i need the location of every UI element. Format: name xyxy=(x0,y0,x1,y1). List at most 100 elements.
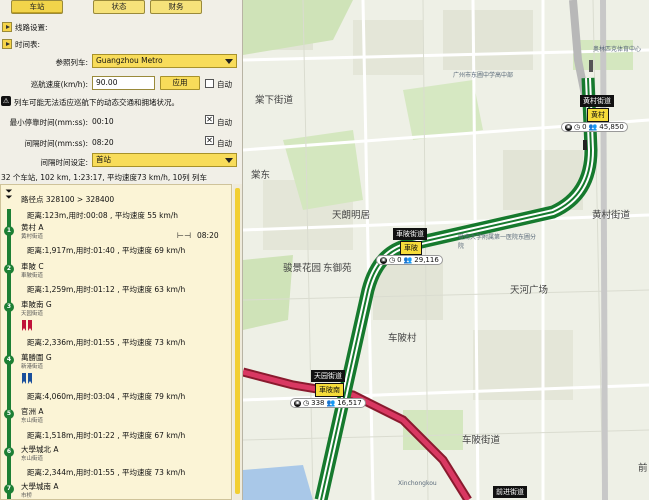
line-settings-label: 线路设置: xyxy=(15,22,48,32)
segment-info: 距离:123m,用时:00:08 , 平均速度 55 km/h xyxy=(27,211,179,220)
segment-info: 距离:2,336m,用时:01:55 , 平均速度 73 km/h xyxy=(27,338,186,347)
timetable-scrollbar[interactable] xyxy=(233,184,242,500)
expand-icon[interactable] xyxy=(2,39,12,49)
station-name-tag[interactable]: 天园街道 xyxy=(311,370,345,382)
ref-train-select[interactable]: Guangzhou Metro xyxy=(92,54,237,68)
map-label: Xinchongkou xyxy=(398,480,437,487)
min-stop-value[interactable]: 00:10 xyxy=(92,117,114,126)
auto-cruise-checkbox[interactable] xyxy=(205,79,214,88)
station-number: 1 xyxy=(4,226,14,236)
waiting-count: 0 xyxy=(397,256,402,264)
timetable-label: 时间表: xyxy=(15,39,41,49)
map-label: 棠东 xyxy=(251,170,271,181)
map-label: 棠下街道 xyxy=(255,95,294,106)
station-number: 3 xyxy=(4,302,14,312)
station-number: 5 xyxy=(4,409,14,419)
line-info-panel: 车站 状态 财务 线路设置: 时间表: 参照列车: Guangzhou Metr… xyxy=(0,0,243,500)
tab-stations[interactable]: 车站 xyxy=(11,0,63,14)
station-number: 2 xyxy=(4,264,14,274)
timetable-list[interactable]: ⏷ ⏷ 路径点 328100 > 328400 距离:123m,用时:00:08 … xyxy=(0,184,232,500)
station-badge[interactable]: 黄村 xyxy=(587,108,609,122)
map-label: 车陂村 xyxy=(388,333,417,344)
station-number: 7 xyxy=(4,484,14,494)
station-name-tag[interactable]: 車陂街道 xyxy=(393,228,427,240)
interval-setting-select[interactable]: 首站 xyxy=(92,153,237,167)
min-stop-label: 最小停靠时间(mm:ss): xyxy=(9,118,88,127)
interval-icon: ⊢⊣ xyxy=(177,231,191,240)
station-stats: ▣ ◷ 0 👥 45,850 xyxy=(561,122,628,132)
map-label: 东御苑 xyxy=(323,263,352,274)
next-station-tag[interactable]: 前进街道 xyxy=(493,486,527,498)
train-icon: ▣ xyxy=(294,399,301,407)
waiting-count: 0 xyxy=(582,123,587,131)
clock-icon: ◷ xyxy=(303,399,310,407)
interval-label: 间隔时间(mm:ss): xyxy=(24,139,88,148)
tab-status[interactable]: 状态 xyxy=(93,0,145,14)
waiting-count: 338 xyxy=(311,399,325,407)
passenger-count: 45,850 xyxy=(599,123,624,131)
ref-train-label: 参照列车: xyxy=(55,58,88,67)
tab-bar: 车站 状态 财务 xyxy=(0,0,242,16)
map-label: 奥林匹克体育中心 xyxy=(593,46,642,53)
chevron-down-icon xyxy=(225,59,233,64)
people-icon: 👥 xyxy=(326,399,336,407)
passenger-count: 29,116 xyxy=(414,256,439,264)
station-district: 黄村街道 xyxy=(21,234,44,240)
segment-info: 距离:4,060m,用时:03:04 , 平均速度 79 km/h xyxy=(27,392,186,401)
station-badge[interactable]: 車陂 xyxy=(400,241,422,255)
map-label: 天河广场 xyxy=(510,285,549,296)
cruise-speed-label: 巡航速度(km/h): xyxy=(30,80,88,89)
station-badge[interactable]: 車陂南 xyxy=(315,383,344,397)
station-district: 車陂街道 xyxy=(21,273,44,279)
station-stats: ▣ ◷ 338 👥 16,517 xyxy=(290,398,366,408)
line-settings-row[interactable]: 线路设置: xyxy=(0,19,242,35)
auto-interval-checkbox[interactable]: ✕ xyxy=(205,136,214,145)
station-number: 4 xyxy=(4,355,14,365)
station-district: 东山街道 xyxy=(21,418,44,424)
map-view[interactable]: 棠下街道 棠东 天朗明居 骏景花园 东御苑 黄村街道 天河广场 车陂村 车陂街道… xyxy=(243,0,649,500)
line-summary: 32 个车站, 102 km, 1:23:17, 平均速度73 km/h, 10… xyxy=(1,173,208,182)
warning-icon: ⚠ xyxy=(1,96,11,106)
double-chevron-icon[interactable]: ⏷ ⏷ xyxy=(4,188,14,203)
map-canvas xyxy=(243,0,649,500)
station-name-tag[interactable]: 黄村街道 xyxy=(580,95,614,107)
segment-info: 距离:1,259m,用时:01:12 , 平均速度 63 km/h xyxy=(27,285,186,294)
passenger-count: 16,517 xyxy=(337,399,362,407)
interval-setting-value: 首站 xyxy=(96,155,111,164)
route-label: 路径点 328100 > 328400 xyxy=(21,195,115,204)
warning-text: 列车可能无法适应巡航下的动态交通和拥堵状况。 xyxy=(14,98,179,107)
segment-info: 距离:1,518m,用时:01:22 , 平均速度 67 km/h xyxy=(27,431,186,440)
transfer-flag-icon xyxy=(22,320,32,331)
segment-info: 距离:1,917m,用时:01:40 , 平均速度 69 km/h xyxy=(27,246,186,255)
interval-value[interactable]: 08:20 xyxy=(92,138,114,147)
map-label: 广州市东圃中学高中部 xyxy=(453,72,514,79)
auto-label: 自动 xyxy=(217,139,232,148)
scrollbar-thumb[interactable] xyxy=(235,188,240,494)
expand-icon[interactable] xyxy=(2,22,12,32)
cruise-speed-input[interactable]: 90.00 xyxy=(92,76,155,90)
station-district: 新港街道 xyxy=(21,364,44,370)
station-stats: ▣ ◷ 0 👥 29,116 xyxy=(376,255,443,265)
map-label: 前 xyxy=(638,463,648,474)
transfer-flag-icon xyxy=(22,373,32,384)
map-label: 骏景花园 xyxy=(283,263,322,274)
clock-icon: ◷ xyxy=(389,256,396,264)
map-label: 黄村街道 xyxy=(592,210,631,221)
station-district: 东山街道 xyxy=(21,456,44,462)
station-district: 市桥 xyxy=(21,493,33,499)
auto-stop-checkbox[interactable]: ✕ xyxy=(205,115,214,124)
tab-finance[interactable]: 财务 xyxy=(150,0,202,14)
timetable-row[interactable]: 时间表: xyxy=(0,36,242,52)
interval-setting-label: 间隔时间设定: xyxy=(40,158,88,167)
station-number: 6 xyxy=(4,447,14,457)
segment-info: 距离:2,344m,用时:01:55 , 平均速度 73 km/h xyxy=(27,468,186,477)
auto-label: 自动 xyxy=(217,80,232,89)
chevron-down-icon xyxy=(225,158,233,163)
apply-button[interactable]: 应用 xyxy=(160,76,200,90)
station-district: 天园街道 xyxy=(21,311,44,317)
people-icon: 👥 xyxy=(403,256,413,264)
map-label: 天朗明居 xyxy=(332,210,371,221)
auto-label: 自动 xyxy=(217,118,232,127)
map-label: 车陂街道 xyxy=(462,435,501,446)
train-icon: ▣ xyxy=(565,123,572,131)
